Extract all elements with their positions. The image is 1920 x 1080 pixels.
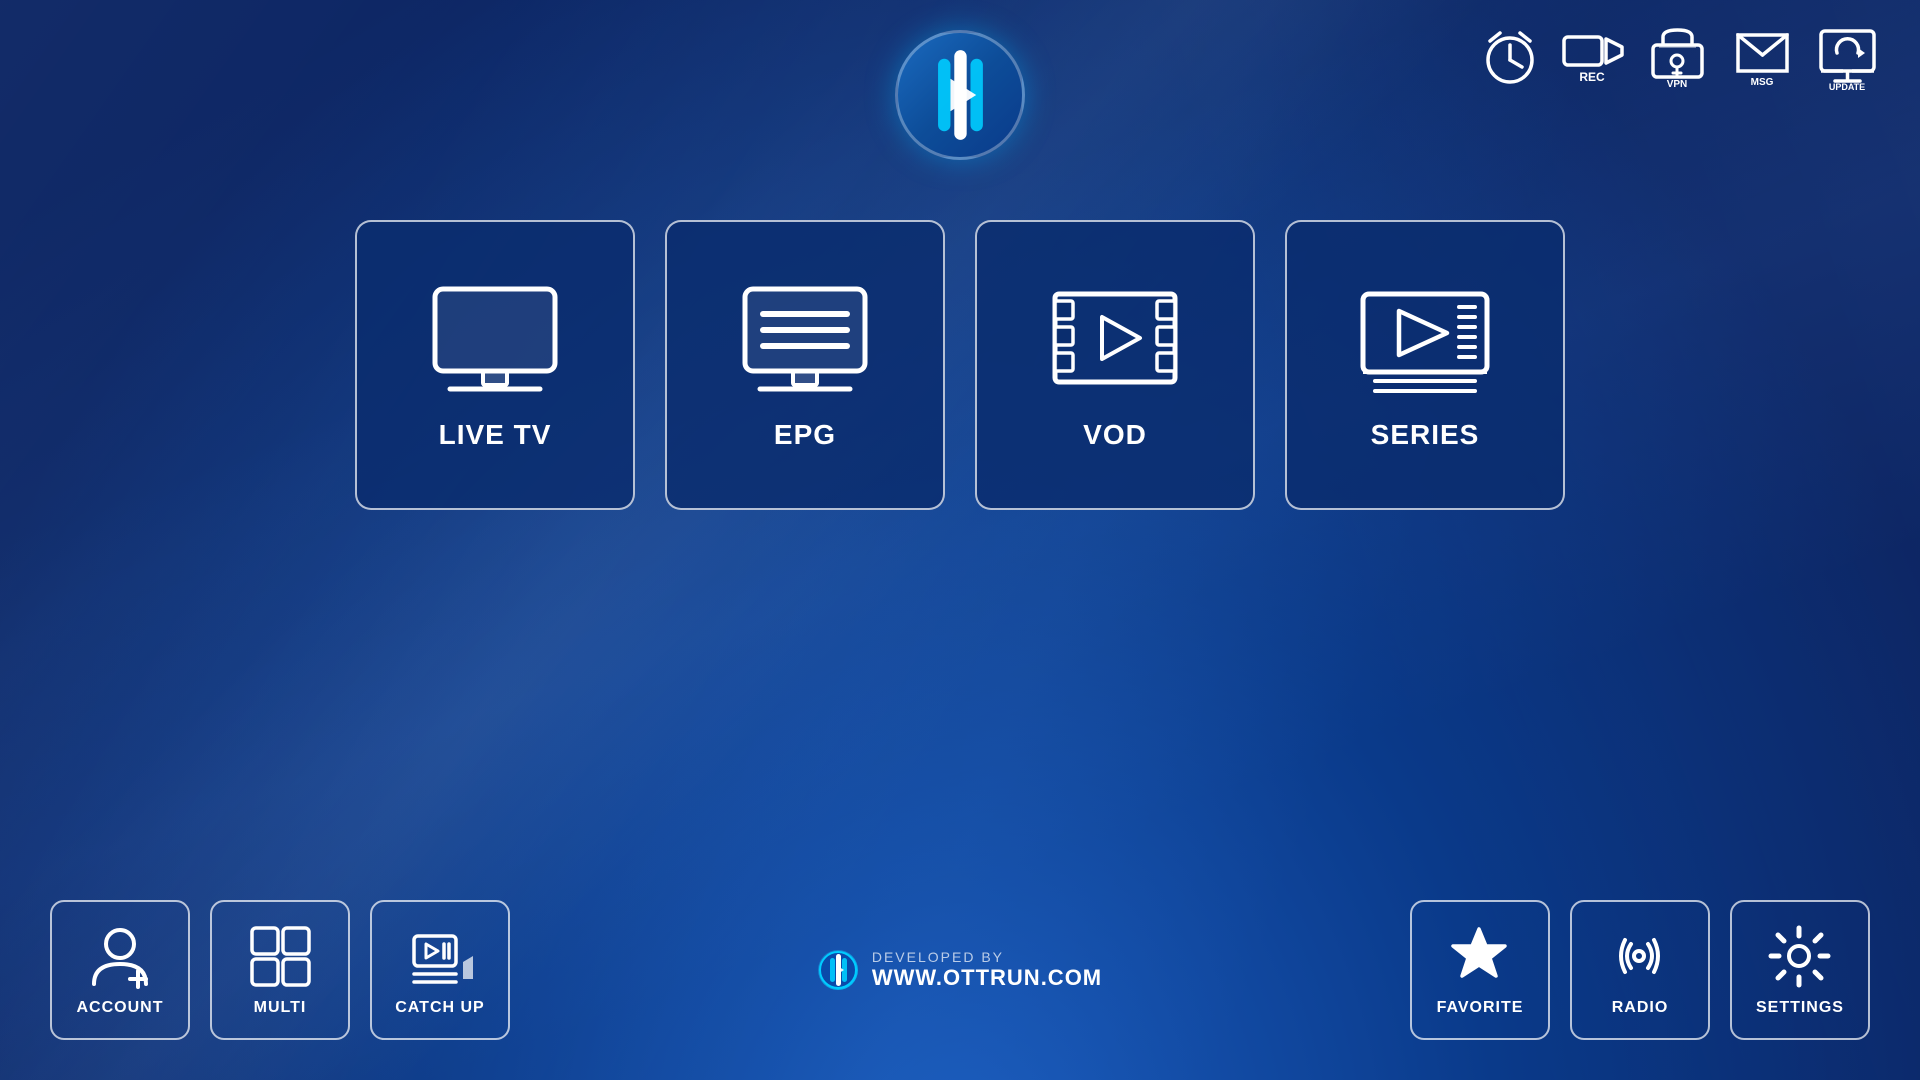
svg-text:VPN: VPN <box>1667 79 1688 90</box>
svg-text:MSG: MSG <box>1751 77 1774 88</box>
developer-logo <box>818 950 858 990</box>
multi-button[interactable]: MULTI <box>210 900 350 1040</box>
multi-icon <box>248 924 313 989</box>
epg-icon <box>735 279 875 399</box>
bottom-right-cards: FAVORITE RADIO <box>1410 900 1870 1040</box>
settings-icon <box>1767 924 1832 989</box>
series-card[interactable]: SERIES <box>1285 220 1565 510</box>
settings-button[interactable]: SETTINGS <box>1730 900 1870 1040</box>
bottom-left-cards: ACCOUNT MULTI <box>50 900 510 1040</box>
series-label: SERIES <box>1371 419 1480 451</box>
developer-credit: DEVELOPED BY WWW.OTTRUN.COM <box>818 949 1102 991</box>
vod-icon <box>1045 279 1185 399</box>
radio-label: RADIO <box>1612 999 1669 1017</box>
account-button[interactable]: ACCOUNT <box>50 900 190 1040</box>
account-icon <box>88 924 153 989</box>
app-logo[interactable] <box>895 30 1025 160</box>
top-icons-bar: REC VPN <box>1480 25 1880 90</box>
settings-label: SETTINGS <box>1756 999 1844 1017</box>
vpn-button[interactable]: VPN <box>1645 25 1710 90</box>
series-icon <box>1355 279 1495 399</box>
account-label: ACCOUNT <box>77 999 164 1017</box>
catch-up-icon <box>408 924 473 989</box>
catch-up-button[interactable]: CATCH UP <box>370 900 510 1040</box>
svg-text:UPDATE: UPDATE <box>1829 82 1865 90</box>
favorite-label: FAVORITE <box>1437 999 1524 1017</box>
main-navigation-grid: LIVE TV EPG <box>355 220 1565 510</box>
epg-label: EPG <box>774 419 836 451</box>
svg-text:REC: REC <box>1579 70 1605 84</box>
header: REC VPN <box>0 0 1920 160</box>
live-tv-card[interactable]: LIVE TV <box>355 220 635 510</box>
update-button[interactable]: UPDATE <box>1815 25 1880 90</box>
favorite-icon <box>1447 924 1512 989</box>
vod-label: VOD <box>1083 419 1147 451</box>
bottom-bar: ACCOUNT MULTI <box>0 900 1920 1040</box>
favorite-button[interactable]: FAVORITE <box>1410 900 1550 1040</box>
msg-button[interactable]: MSG <box>1730 25 1795 90</box>
radio-icon <box>1607 924 1672 989</box>
vod-card[interactable]: VOD <box>975 220 1255 510</box>
epg-card[interactable]: EPG <box>665 220 945 510</box>
live-tv-icon <box>425 279 565 399</box>
developer-url: WWW.OTTRUN.COM <box>872 965 1102 991</box>
developer-prefix: DEVELOPED BY <box>872 949 1102 965</box>
rec-button[interactable]: REC <box>1560 25 1625 90</box>
multi-label: MULTI <box>254 999 307 1017</box>
alarm-button[interactable] <box>1480 25 1540 90</box>
catch-up-label: CATCH UP <box>395 999 484 1017</box>
radio-button[interactable]: RADIO <box>1570 900 1710 1040</box>
live-tv-label: LIVE TV <box>439 419 552 451</box>
